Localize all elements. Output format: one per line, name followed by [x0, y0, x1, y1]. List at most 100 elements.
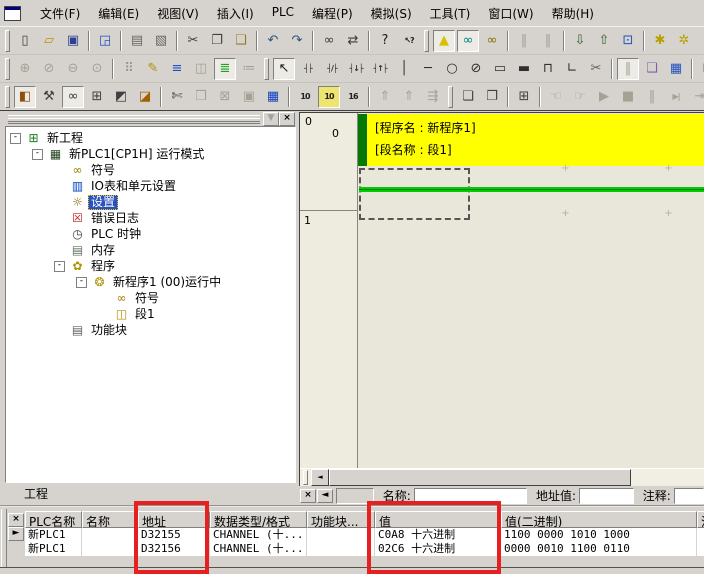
toggle-grid-button[interactable]: ⠿ [118, 58, 140, 80]
context-help-button[interactable]: ↖? [398, 30, 420, 52]
show-comments-button[interactable]: ✎ [142, 58, 164, 80]
edit-comments-button[interactable]: ⊡ [697, 58, 704, 80]
workspace-dropdown-button[interactable]: ▼ [263, 112, 279, 126]
monitor-decimal-button[interactable]: 10 [294, 86, 316, 108]
mdi-child-window-icon[interactable] [4, 6, 21, 21]
compile-all-programs-button[interactable]: ∞ [481, 30, 503, 52]
cut-button[interactable]: ✂ [182, 30, 204, 52]
watch-row[interactable]: 新PLC1D32156CHANNEL (十...02C6 十六进制0000 00… [25, 542, 704, 556]
tree-item-function-blocks[interactable]: ▤功能块 [6, 322, 295, 338]
new-file-button[interactable]: ▯ [14, 30, 36, 52]
new-open-contact-button[interactable]: ┤├ [297, 58, 319, 80]
paste-button[interactable]: ❑ [230, 30, 252, 52]
info-bar-close-button[interactable]: × [300, 489, 316, 503]
force-off-button[interactable]: ⇑ [398, 86, 420, 108]
compare-with-plc-button[interactable]: ⊡ [617, 30, 639, 52]
project-tab[interactable]: 工程 [7, 486, 65, 503]
sim-step-run-button[interactable]: ▶| [665, 86, 687, 108]
watch-close-button[interactable]: × [8, 513, 24, 527]
ladder-canvas[interactable]: [程序名 : 新程序1] [段名称 : 段1] [358, 113, 704, 469]
function-block-paste-button[interactable]: ⊠ [214, 86, 236, 108]
ladder-cursor[interactable] [359, 168, 470, 220]
menu-insert[interactable]: 插入(I) [208, 2, 263, 25]
monitor-decimal-pause-button[interactable]: 10 [318, 86, 340, 108]
new-plc-instruction-button[interactable]: ▭ [489, 58, 511, 80]
io-comment-dialog-button[interactable]: ▦ [262, 86, 284, 108]
redo-button[interactable]: ↷ [286, 30, 308, 52]
ladder-horizontal-scrollbar[interactable]: ◄ [300, 468, 704, 486]
compile-program-button[interactable]: ▲ [433, 30, 455, 52]
function-block-copy-button[interactable]: ❒ [190, 86, 212, 108]
tree-item-settings[interactable]: ☼设置 [6, 194, 295, 210]
online-edit-begin-button[interactable]: ❏ [457, 86, 479, 108]
tree-expander[interactable]: - [76, 277, 87, 288]
tree-expander[interactable]: - [54, 261, 65, 272]
new-open-contact-or-button[interactable]: ┤↓├ [345, 58, 367, 80]
change-plc-type-button[interactable]: ◲ [94, 30, 116, 52]
menu-tools[interactable]: 工具(T) [421, 2, 480, 25]
online-edit-gear-2-button[interactable]: ✲ [673, 30, 695, 52]
new-inverted-instruction-button[interactable]: ⊓ [537, 58, 559, 80]
new-horizontal-line-button[interactable]: ─ [417, 58, 439, 80]
menu-window[interactable]: 窗口(W) [479, 2, 542, 25]
force-on-button[interactable]: ⇑ [374, 86, 396, 108]
mnemonic-view-button[interactable]: ≔ [238, 58, 260, 80]
zoom-in-button[interactable]: ⊕ [14, 58, 36, 80]
delete-line-button[interactable]: ✂ [585, 58, 607, 80]
save-button[interactable]: ▣ [62, 30, 84, 52]
menu-program[interactable]: 编程(P) [303, 2, 362, 25]
address-value-field[interactable] [579, 488, 634, 504]
select-mode-button[interactable]: ↖ [273, 58, 295, 80]
transfer-to-plc-button[interactable]: ⇩ [569, 30, 591, 52]
function-block-cut-button[interactable]: ✄ [166, 86, 188, 108]
scrollbar-thumb[interactable] [329, 469, 631, 486]
comment-field[interactable] [674, 488, 704, 504]
workspace-close-button[interactable]: × [279, 112, 295, 126]
watch-column-header[interactable]: PLC名称 [25, 511, 82, 528]
menu-help[interactable]: 帮助(H) [543, 2, 603, 25]
tree-expander[interactable]: - [32, 149, 43, 160]
toggle-output-window-button[interactable]: ⚒ [38, 86, 60, 108]
tree-item-error-log[interactable]: ☒错误日志 [6, 210, 295, 226]
info-bar-collapse-button[interactable]: ◄ [317, 489, 333, 503]
sim-step-in-button[interactable]: ⇥ [689, 86, 704, 108]
monitor-hex-button[interactable]: 16 [342, 86, 364, 108]
new-closed-contact-button[interactable]: ┤/├ [321, 58, 343, 80]
function-block-library-button[interactable]: ▣ [238, 86, 260, 108]
new-instruction-block-button[interactable]: ▬ [513, 58, 535, 80]
zoom-out-button[interactable]: ⊖ [62, 58, 84, 80]
watch-column-header[interactable]: 注 [697, 511, 704, 528]
toggle-project-workspace-button[interactable]: ◧ [14, 86, 36, 108]
toggle-watch-window-button[interactable]: ∞ [62, 86, 84, 108]
watch-row[interactable]: 新PLC1D32155CHANNEL (十...C0A8 十六进制1100 00… [25, 528, 704, 542]
tree-item-new-plc1[interactable]: -▦新PLC1[CP1H] 运行模式 [6, 146, 295, 162]
menu-simulation[interactable]: 模拟(S) [362, 2, 421, 25]
watch-window-drag-handle[interactable] [1, 509, 7, 567]
watch-column-header[interactable]: 名称 [82, 511, 138, 528]
tree-item-section1[interactable]: ◫段1 [6, 306, 295, 322]
watch-column-header[interactable]: 数据类型/格式 [210, 511, 307, 528]
menu-view[interactable]: 视图(V) [148, 2, 208, 25]
menu-file[interactable]: 文件(F) [31, 2, 89, 25]
data-layers-button[interactable]: ❑ [641, 58, 663, 80]
sim-pause-on-trigger-button[interactable]: ☜ [545, 86, 567, 108]
tree-item-programs[interactable]: -✿程序 [6, 258, 295, 274]
zoom-fit-button[interactable]: ⊙ [86, 58, 108, 80]
sim-pause-button[interactable]: ☞ [569, 86, 591, 108]
copy-button[interactable]: ❐ [206, 30, 228, 52]
force-cancel-button[interactable]: ⇶ [422, 86, 444, 108]
replace-button[interactable]: ⇄ [342, 30, 364, 52]
zoom-region-button[interactable]: ⊘ [38, 58, 60, 80]
online-edit-gear-1-button[interactable]: ✱ [649, 30, 671, 52]
pause-monitor-2-button[interactable]: ‖ [537, 30, 559, 52]
sim-stop-button[interactable]: ■ [617, 86, 639, 108]
transfer-from-plc-button[interactable]: ⇧ [593, 30, 615, 52]
tree-item-memory[interactable]: ▤内存 [6, 242, 295, 258]
pause-monitor-1-button[interactable]: ‖ [513, 30, 535, 52]
new-vertical-line-button[interactable]: │ [393, 58, 415, 80]
print-preview-button[interactable]: ▧ [150, 30, 172, 52]
time-chart-monitor-button[interactable]: ▦ [665, 58, 687, 80]
tree-item-program-symbols[interactable]: ∞符号 [6, 290, 295, 306]
tree-item-plc-clock[interactable]: ◷PLC 时钟 [6, 226, 295, 242]
online-edit-release-button[interactable]: ⊞ [513, 86, 535, 108]
